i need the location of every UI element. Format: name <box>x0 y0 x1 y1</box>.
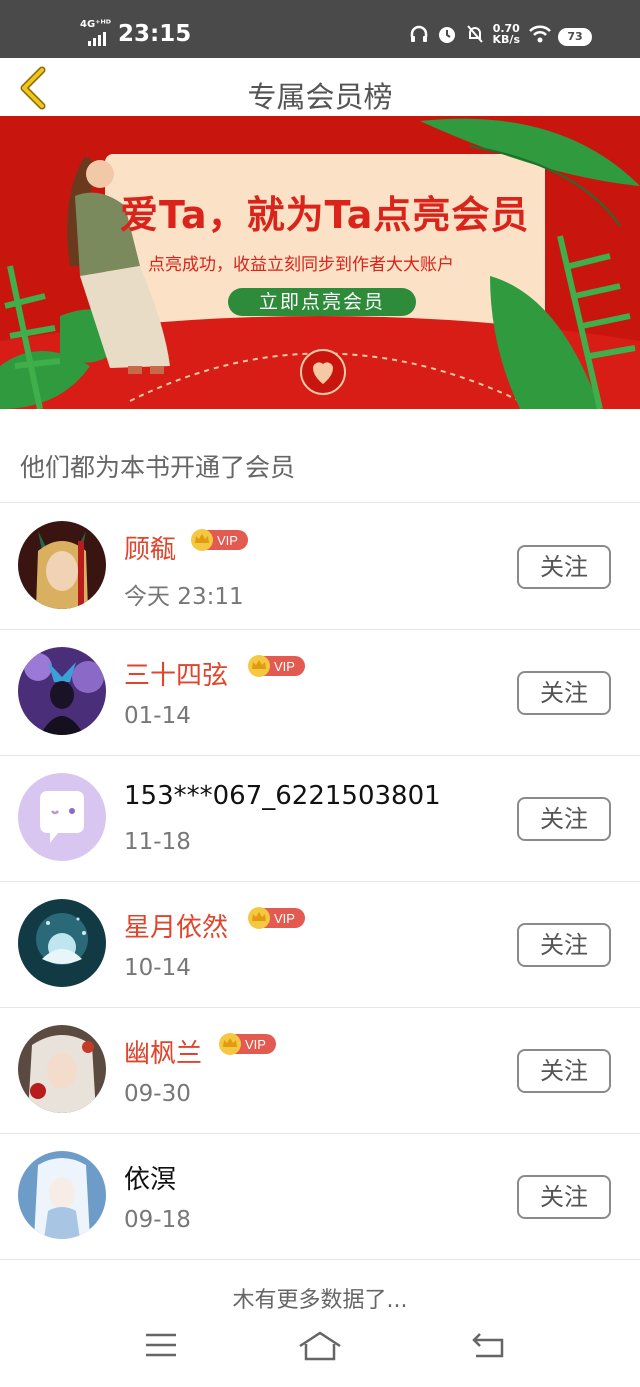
mute-bell-icon <box>466 25 483 43</box>
join-date: 11-18 <box>124 829 191 855</box>
no-more-data-text: 木有更多数据了... <box>232 1288 408 1313</box>
default-avatar[interactable] <box>18 773 106 861</box>
clock: 23:15 <box>118 21 192 47</box>
list-item[interactable]: 幽枫兰 VIP 09-30 关注 <box>0 1007 640 1134</box>
vip-badge: VIP <box>219 1033 276 1055</box>
battery-indicator: 73 <box>558 28 592 46</box>
avatar[interactable] <box>18 1025 106 1113</box>
join-date: 10-14 <box>124 955 191 981</box>
vip-badge: VIP <box>248 907 305 929</box>
back-nav-icon[interactable] <box>470 1330 506 1360</box>
join-date: 09-18 <box>124 1207 191 1233</box>
alarm-icon <box>438 27 455 43</box>
vip-badge: VIP <box>191 529 248 551</box>
vip-label: VIP <box>217 533 238 548</box>
member-name[interactable]: 幽枫兰 <box>124 1033 202 1070</box>
join-date: 今天 23:11 <box>124 584 244 610</box>
member-name[interactable]: 153***067_6221503801 <box>124 781 441 811</box>
join-date: 01-14 <box>124 703 191 729</box>
menu-icon[interactable] <box>144 1330 178 1360</box>
list-item[interactable]: 依溟 09-18 关注 <box>0 1133 640 1260</box>
join-date: 09-30 <box>124 1081 191 1107</box>
signal-icon <box>88 32 106 46</box>
page-title: 专属会员榜 <box>247 80 393 114</box>
member-name[interactable]: 依溟 <box>124 1159 176 1196</box>
follow-button[interactable]: 关注 <box>517 671 611 715</box>
system-nav-bar <box>0 1320 640 1387</box>
avatar[interactable] <box>18 647 106 735</box>
network-type: 4G⁺ᴴᴰ <box>80 19 111 30</box>
member-name[interactable]: 星月依然 <box>124 907 228 944</box>
wifi-icon <box>529 25 551 43</box>
follow-button[interactable]: 关注 <box>517 923 611 967</box>
vip-label: VIP <box>274 911 295 926</box>
vip-badge: VIP <box>248 655 305 677</box>
follow-button[interactable]: 关注 <box>517 545 611 589</box>
follow-button[interactable]: 关注 <box>517 1175 611 1219</box>
list-item[interactable]: 星月依然 VIP 10-14 关注 <box>0 881 640 1008</box>
avatar[interactable] <box>18 521 106 609</box>
membership-banner[interactable]: 爱Ta，就为Ta点亮会员 点亮成功，收益立刻同步到作者大大账户 立即点亮会员 <box>0 116 640 409</box>
section-title: 他们都为本书开通了会员 <box>20 453 296 482</box>
page-header: 专属会员榜 <box>0 58 640 116</box>
headphones-icon <box>410 25 427 42</box>
avatar[interactable] <box>18 1151 106 1239</box>
list-item[interactable]: 三十四弦 VIP 01-14 关注 <box>0 629 640 756</box>
member-name[interactable]: 顾瓻 <box>124 529 176 566</box>
light-up-membership-button[interactable]: 立即点亮会员 <box>228 288 416 316</box>
network-speed: 0.70 KB/s <box>492 22 520 46</box>
member-name[interactable]: 三十四弦 <box>124 655 228 692</box>
list-item[interactable]: 153***067_6221503801 11-18 关注 <box>0 755 640 882</box>
follow-button[interactable]: 关注 <box>517 797 611 841</box>
banner-title: 爱Ta，就为Ta点亮会员 <box>120 193 530 237</box>
follow-button[interactable]: 关注 <box>517 1049 611 1093</box>
home-icon[interactable] <box>298 1330 342 1362</box>
avatar[interactable] <box>18 899 106 987</box>
vip-label: VIP <box>245 1037 266 1052</box>
vip-label: VIP <box>274 659 295 674</box>
status-bar: 4G⁺ᴴᴰ 23:15 0.70 KB/s 73 <box>0 0 640 58</box>
banner-subtitle: 点亮成功，收益立刻同步到作者大大账户 <box>148 255 454 275</box>
list-item[interactable]: 顾瓻 VIP 今天 23:11 关注 <box>0 503 640 630</box>
